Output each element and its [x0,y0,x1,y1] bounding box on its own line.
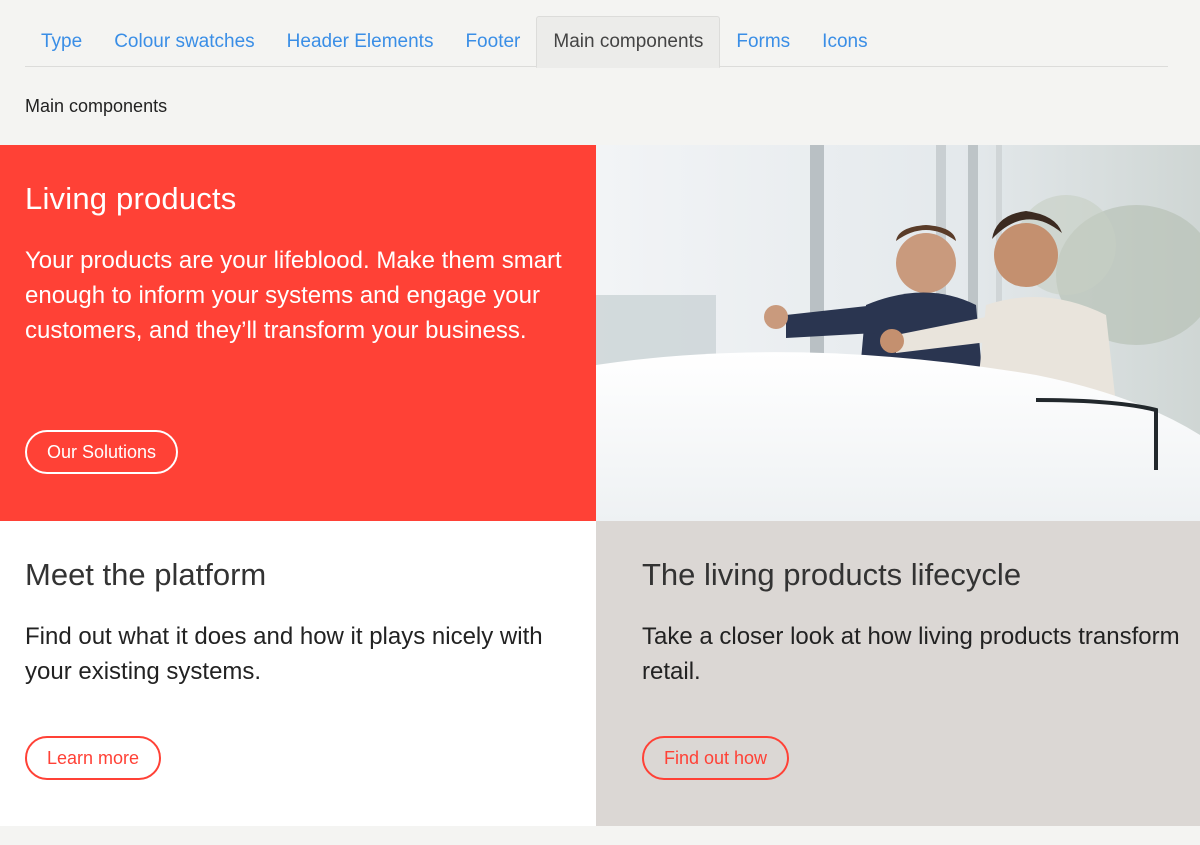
lifecycle-title: The living products lifecycle [642,557,1022,592]
our-solutions-button[interactable]: Our Solutions [25,430,179,474]
tab-footer[interactable]: Footer [449,16,536,67]
find-out-how-button[interactable]: Find out how [642,736,790,780]
tab-header-elements[interactable]: Header Elements [271,16,450,67]
hero-text: Your products are your lifeblood. Make t… [25,247,562,344]
tab-main-components[interactable]: Main components [536,16,721,68]
tab-type[interactable]: Type [25,16,98,67]
platform-text: Find out what it does and how it plays n… [25,623,543,685]
components-grid: Living products Your products are your l… [0,145,1200,826]
section-label: Main components [25,96,168,116]
tab-colour-swatches[interactable]: Colour swatches [98,16,270,67]
hero-title: Living products [25,181,237,216]
learn-more-button[interactable]: Learn more [25,736,162,780]
lifecycle-card: The living products lifecycle Take a clo… [596,521,1200,826]
hero-card: Living products Your products are your l… [0,145,596,521]
hero-photo [596,145,1200,521]
lifecycle-text: Take a closer look at how living product… [642,623,1180,685]
tab-icons[interactable]: Icons [806,16,883,67]
platform-title: Meet the platform [25,557,267,592]
platform-card: Meet the platform Find out what it does … [0,521,596,826]
tab-forms[interactable]: Forms [720,16,806,67]
showroom-image [596,145,1200,521]
component-tabs: Type Colour swatches Header Elements Foo… [25,16,1168,68]
